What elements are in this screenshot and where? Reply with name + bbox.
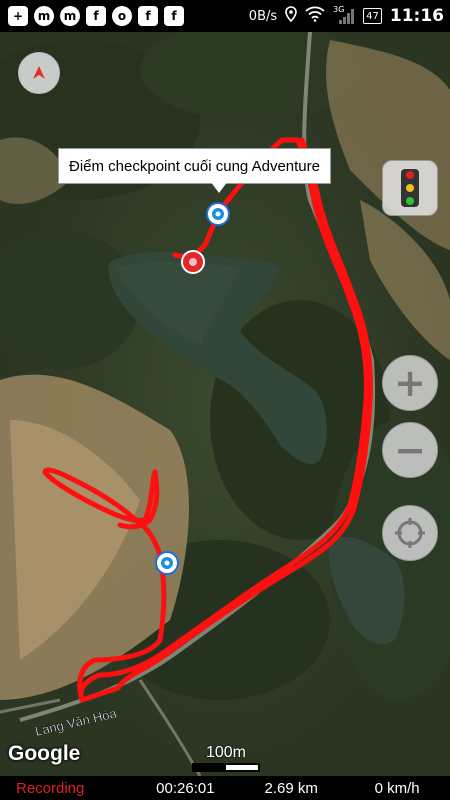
speed: 0 km/h bbox=[374, 779, 420, 797]
scale-bar bbox=[192, 763, 260, 772]
compass-arrow-icon bbox=[33, 66, 45, 79]
checkpoint-callout[interactable]: Điểm checkpoint cuối cung Adventure bbox=[58, 148, 331, 184]
checkpoint-marker[interactable] bbox=[206, 202, 230, 226]
callout-pointer bbox=[210, 181, 228, 193]
recording-status[interactable]: Recording bbox=[0, 780, 132, 797]
record-app-icon: o bbox=[112, 6, 132, 26]
battery-indicator: 47 bbox=[363, 8, 382, 24]
tracking-stats-bar: Recording 00:26:01 2.69 km 0 km/h bbox=[0, 776, 450, 800]
google-logo: Google bbox=[8, 742, 81, 765]
map-canvas[interactable]: Làng Văn Hóa bbox=[0, 32, 450, 776]
scale-label: 100m bbox=[205, 744, 247, 761]
callout-text: Điểm checkpoint cuối cung Adventure bbox=[69, 157, 320, 175]
clock: 11:16 bbox=[389, 6, 444, 26]
map-scale: 100m bbox=[192, 744, 260, 772]
add-app-icon: + bbox=[8, 6, 28, 26]
signal-type-label: 3G bbox=[333, 5, 345, 14]
traffic-layer-button[interactable] bbox=[382, 160, 438, 216]
facebook-icon: f bbox=[138, 6, 158, 26]
traffic-light-icon bbox=[401, 169, 419, 207]
facebook-icon: f bbox=[86, 6, 106, 26]
location-icon bbox=[285, 6, 297, 26]
network-speed: 0B/s bbox=[248, 8, 278, 24]
status-bar: + m m f o f f 0B/s 3G 47 11:16 bbox=[0, 0, 450, 32]
minus-icon: − bbox=[394, 428, 426, 472]
start-marker[interactable] bbox=[181, 250, 205, 274]
cell-signal-icon: 3G bbox=[333, 5, 355, 25]
messenger-icon: m bbox=[34, 6, 54, 26]
elapsed-time: 00:26:01 bbox=[156, 779, 215, 797]
system-indicators: 0B/s 3G 47 11:16 bbox=[249, 0, 444, 32]
zoom-out-button[interactable]: − bbox=[382, 422, 438, 478]
position-marker[interactable] bbox=[155, 551, 179, 575]
my-location-button[interactable] bbox=[382, 505, 438, 561]
crosshair-icon bbox=[395, 518, 425, 548]
notification-icons: + m m f o f f bbox=[8, 6, 184, 26]
facebook-icon: f bbox=[164, 6, 184, 26]
satellite-map[interactable]: Làng Văn Hóa bbox=[0, 32, 450, 776]
plus-icon: + bbox=[394, 361, 426, 405]
zoom-in-button[interactable]: + bbox=[382, 355, 438, 411]
wifi-icon bbox=[305, 6, 325, 26]
distance: 2.69 km bbox=[264, 779, 318, 797]
compass-button[interactable] bbox=[18, 52, 60, 94]
messenger-icon: m bbox=[60, 6, 80, 26]
